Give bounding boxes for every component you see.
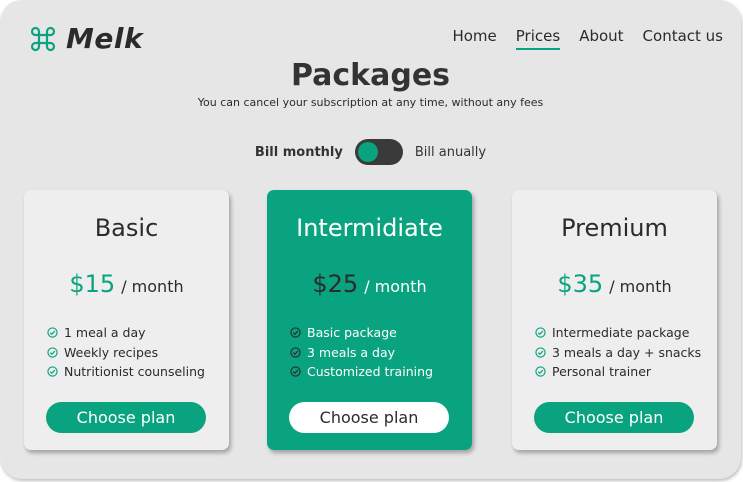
- price-row: $35 / month: [512, 270, 717, 298]
- page-frame: Melk Home Prices About Contact us Packag…: [0, 0, 741, 479]
- plan-price: $35: [557, 270, 604, 298]
- feature-item: 3 meals a day: [290, 343, 433, 363]
- check-circle-icon: [47, 366, 58, 377]
- feature-item: Intermediate package: [535, 323, 701, 343]
- check-circle-icon: [290, 366, 301, 377]
- check-circle-icon: [535, 366, 546, 377]
- plan-price: $25: [312, 270, 359, 298]
- page-title: Packages: [290, 58, 451, 93]
- feature-item: 3 meals a day + snacks: [535, 343, 701, 363]
- plan-name: Premium: [561, 214, 668, 242]
- feature-item: Basic package: [290, 323, 433, 343]
- billing-toggle-group: Bill monthly Bill anually: [0, 139, 741, 165]
- brand-name: Melk: [66, 22, 144, 55]
- nav-prices[interactable]: Prices: [515, 27, 561, 50]
- nav-home[interactable]: Home: [452, 27, 496, 50]
- feature-text: 3 meals a day + snacks: [552, 344, 702, 360]
- feature-text: 1 meal a day: [64, 325, 146, 341]
- plan-card-basic: Basic $15 / month 1 meal a day Weekly re…: [24, 190, 229, 450]
- feature-item: Personal trainer: [535, 362, 701, 382]
- check-circle-icon: [47, 347, 58, 358]
- nav-about[interactable]: About: [579, 27, 623, 50]
- plan-card-intermediate: Intermidiate $25 / month Basic package 3…: [267, 190, 472, 450]
- price-row: $25 / month: [267, 270, 472, 298]
- plan-period: / month: [364, 277, 427, 296]
- feature-list: Intermediate package 3 meals a day + sna…: [535, 323, 701, 382]
- check-circle-icon: [290, 347, 301, 358]
- feature-item: Customized training: [290, 362, 433, 382]
- toggle-knob: [357, 142, 378, 162]
- choose-plan-button-intermediate[interactable]: Choose plan: [289, 402, 449, 433]
- feature-list: 1 meal a day Weekly recipes Nutritionist…: [47, 323, 205, 382]
- bill-monthly-label: Bill monthly: [254, 144, 343, 160]
- page-subtitle: You can cancel your subscription at any …: [197, 96, 544, 109]
- feature-text: Personal trainer: [552, 364, 652, 380]
- main-nav: Home Prices About Contact us: [452, 27, 723, 50]
- plan-name: Intermidiate: [296, 214, 443, 242]
- feature-item: Weekly recipes: [47, 343, 205, 363]
- feature-list: Basic package 3 meals a day Customized t…: [290, 323, 433, 382]
- plan-card-premium: Premium $35 / month Intermediate package…: [512, 190, 717, 450]
- bill-annual-label: Bill anually: [414, 144, 487, 160]
- feature-text: Customized training: [307, 364, 433, 380]
- nav-contact[interactable]: Contact us: [643, 27, 723, 50]
- choose-plan-button-basic[interactable]: Choose plan: [46, 402, 206, 433]
- feature-item: Nutritionist counseling: [47, 362, 205, 382]
- feature-text: 3 meals a day: [307, 344, 396, 360]
- choose-plan-button-premium[interactable]: Choose plan: [534, 402, 694, 433]
- feature-text: Intermediate package: [552, 325, 690, 341]
- plan-period: / month: [121, 277, 184, 296]
- check-circle-icon: [290, 327, 301, 338]
- plan-price: $15: [69, 270, 116, 298]
- feature-text: Nutritionist counseling: [64, 364, 205, 380]
- price-row: $15 / month: [24, 270, 229, 298]
- feature-text: Weekly recipes: [64, 344, 159, 360]
- check-circle-icon: [47, 327, 58, 338]
- billing-toggle[interactable]: [354, 139, 403, 165]
- check-circle-icon: [535, 327, 546, 338]
- command-key-icon: [30, 26, 56, 51]
- check-circle-icon: [535, 347, 546, 358]
- feature-item: 1 meal a day: [47, 323, 205, 343]
- logo[interactable]: Melk: [30, 22, 143, 55]
- plan-period: / month: [609, 277, 672, 296]
- feature-text: Basic package: [307, 325, 397, 341]
- plan-name: Basic: [94, 214, 159, 242]
